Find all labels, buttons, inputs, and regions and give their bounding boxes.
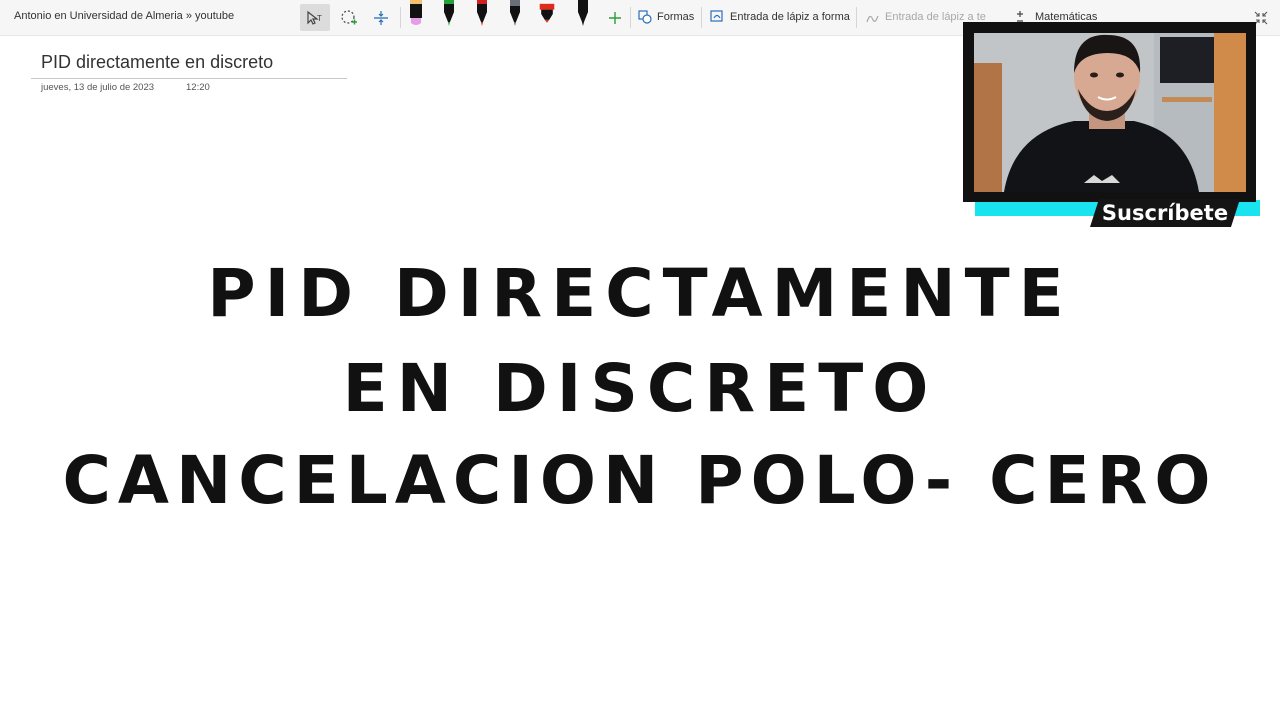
shapes-icon bbox=[638, 10, 652, 24]
add-space-icon bbox=[374, 10, 388, 25]
pen-black-icon[interactable] bbox=[575, 0, 591, 28]
headline-line-1: PID DIRECTAMENTE bbox=[207, 255, 1073, 332]
pen-red-icon[interactable] bbox=[474, 0, 490, 28]
webcam-video bbox=[974, 33, 1246, 192]
pencil-gray-icon[interactable] bbox=[507, 0, 523, 28]
lasso-button[interactable] bbox=[334, 4, 364, 31]
ink-to-shape-button[interactable]: Entrada de lápiz a forma bbox=[710, 10, 850, 24]
add-space-button[interactable] bbox=[366, 4, 396, 31]
highlighter-red-icon[interactable] bbox=[539, 0, 555, 28]
ink-to-text-icon bbox=[866, 15, 879, 23]
headline-line-3: CANCELACION POLO- CERO bbox=[62, 442, 1218, 519]
add-pen-button[interactable] bbox=[600, 4, 630, 31]
collapse-icon bbox=[1254, 11, 1268, 24]
pen-green-icon[interactable] bbox=[441, 0, 457, 28]
lasso-icon bbox=[341, 9, 357, 24]
headline-line-2: EN DISCRETO bbox=[342, 350, 938, 427]
breadcrumb[interactable]: Antonio en Universidad de Almeria » yout… bbox=[14, 10, 234, 22]
toolbar-separator bbox=[701, 7, 702, 28]
page-time: 12:20 bbox=[186, 82, 210, 93]
plus-icon bbox=[609, 11, 621, 24]
highlighter-pink-icon[interactable] bbox=[408, 0, 424, 28]
toolbar-separator bbox=[400, 7, 401, 28]
toolbar-separator bbox=[856, 7, 857, 28]
presenter-video-image bbox=[974, 33, 1246, 192]
lasso-select-button[interactable]: T bbox=[300, 4, 330, 31]
ink-to-shape-icon bbox=[710, 10, 723, 22]
page-title[interactable]: PID directamente en discreto bbox=[41, 52, 273, 73]
page-date: jueves, 13 de julio de 2023 bbox=[41, 82, 155, 93]
shapes-label: Formas bbox=[657, 11, 695, 23]
title-underline bbox=[31, 78, 347, 79]
ink-to-shape-label: Entrada de lápiz a forma bbox=[730, 11, 850, 23]
subscribe-button[interactable]: Suscríbete bbox=[1090, 199, 1240, 227]
toolbar-separator bbox=[630, 7, 631, 28]
svg-text:T: T bbox=[317, 14, 322, 23]
type-select-icon: T bbox=[307, 10, 322, 25]
shapes-button[interactable]: Formas bbox=[638, 10, 694, 24]
